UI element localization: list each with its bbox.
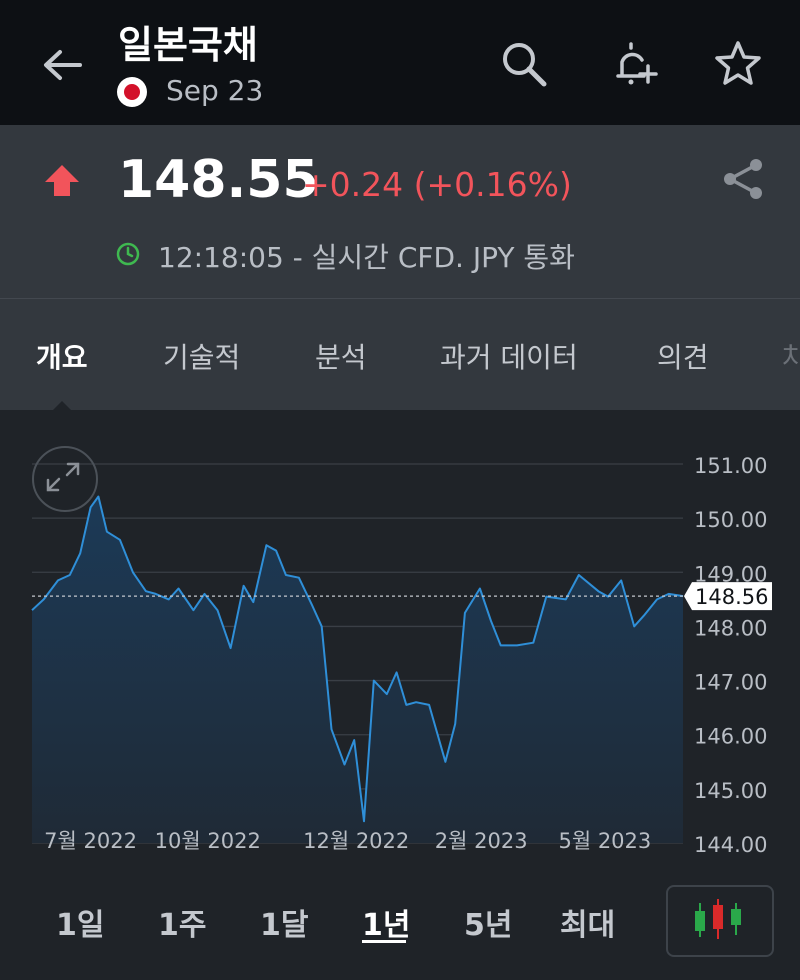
y-tick-label: 146.00: [694, 725, 767, 749]
range-1y[interactable]: 1년: [362, 900, 410, 944]
realtime-status: 12:18:05 - 실시간 CFD. JPY 통화: [158, 241, 575, 274]
range-1w[interactable]: 1주: [158, 900, 206, 944]
range-5y[interactable]: 5년: [464, 900, 512, 944]
price-chart[interactable]: 151.00150.00149.00148.00147.00146.00145.…: [0, 410, 800, 860]
date-label: Sep 23: [166, 74, 264, 107]
current-value-label: 148.56: [695, 585, 768, 609]
x-tick-label: 5월 2023: [558, 829, 651, 853]
tab-technical[interactable]: 기술적: [163, 336, 240, 376]
x-tick-label: 12월 2022: [303, 829, 409, 853]
y-tick-label: 150.00: [694, 508, 767, 532]
tab-analysis[interactable]: 분석: [315, 336, 367, 376]
x-tick-label: 7월 2022: [44, 829, 137, 853]
up-arrow-icon: [45, 165, 79, 196]
tab-more[interactable]: 차: [782, 336, 800, 376]
price-change: +0.24 (+0.16%): [302, 165, 572, 204]
last-price: 148.55: [118, 150, 319, 210]
tab-historical-data[interactable]: 과거 데이터: [440, 336, 578, 376]
range-1d[interactable]: 1일: [56, 900, 104, 944]
y-tick-label: 147.00: [694, 671, 767, 695]
share-icon[interactable]: [720, 156, 766, 202]
y-tick-label: 145.00: [694, 779, 767, 803]
add-alert-bell-icon[interactable]: [608, 38, 660, 90]
expand-chart-button[interactable]: [32, 446, 98, 512]
price-area: [32, 496, 683, 843]
page-title: 일본국채: [118, 23, 258, 67]
y-tick-label: 144.00: [694, 833, 767, 857]
range-1m[interactable]: 1달: [260, 900, 308, 944]
x-tick-label: 10월 2022: [155, 829, 261, 853]
back-arrow-icon[interactable]: [38, 40, 88, 90]
star-icon[interactable]: [712, 38, 764, 90]
active-range-underline: [362, 940, 406, 943]
clock-icon: [116, 242, 140, 266]
search-icon[interactable]: [498, 38, 550, 90]
active-tab-indicator: [53, 401, 71, 410]
expand-icon: [46, 462, 80, 492]
tab-overview[interactable]: 개요: [36, 336, 88, 376]
y-tick-label: 151.00: [694, 454, 767, 478]
y-tick-label: 148.00: [694, 616, 767, 640]
candlestick-icon: [695, 899, 741, 939]
range-max[interactable]: 최대: [560, 900, 615, 944]
tab-opinion[interactable]: 의견: [657, 336, 709, 376]
x-tick-label: 2월 2023: [435, 829, 528, 853]
japan-flag-icon: [117, 77, 147, 107]
chart-type-button[interactable]: [666, 885, 774, 957]
